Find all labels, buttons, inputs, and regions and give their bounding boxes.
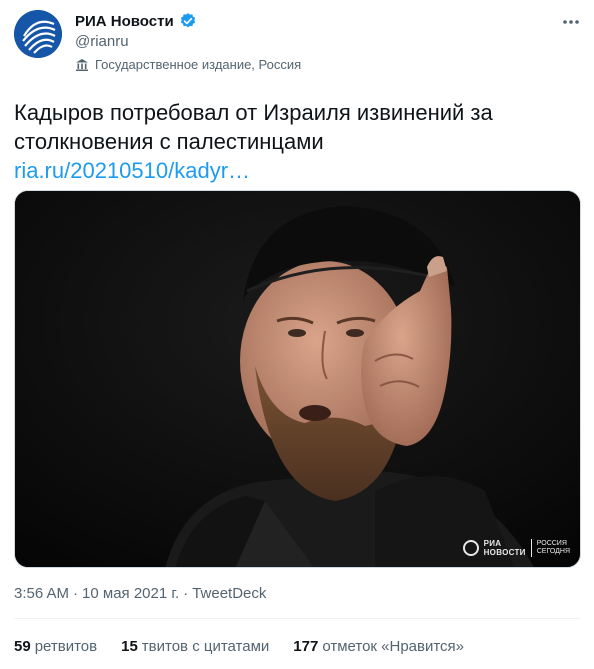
- photo-watermark: РИА НОВОСТИ РОССИЯ СЕГОДНЯ: [462, 539, 570, 557]
- watermark-brand-line2: НОВОСТИ: [483, 548, 526, 557]
- tweet-meta: 3:56 AM · 10 мая 2021 г. · TweetDeck: [14, 585, 266, 602]
- watermark-separator: [530, 539, 532, 557]
- tweet-text-line: столкновения с палестинцами: [14, 129, 324, 154]
- more-dots-icon: [563, 20, 579, 24]
- tweet-text: Кадыров потребовал от Израиля извинений …: [14, 98, 574, 185]
- tweet-time[interactable]: 3:56 AM: [14, 585, 69, 602]
- more-options-button[interactable]: [560, 11, 582, 33]
- tweet-link[interactable]: ria.ru/20210510/kadyr…: [14, 156, 574, 185]
- quotes-stat[interactable]: 15 твитов с цитатами: [121, 638, 269, 655]
- photo-image: [15, 191, 580, 567]
- account-name[interactable]: РИА Новости: [75, 13, 174, 30]
- flag-icon: [75, 58, 89, 72]
- likes-label: отметок «Нравится»: [322, 638, 465, 655]
- verified-badge-icon: [179, 12, 197, 30]
- likes-stat[interactable]: 177 отметок «Нравится»: [293, 638, 464, 655]
- state-media-label-text: Государственное издание, Россия: [95, 57, 302, 72]
- meta-separator: ·: [73, 585, 79, 602]
- tweet-stats: 59 ретвитов 15 твитов с цитатами 177 отмето…: [14, 638, 464, 655]
- ria-watermark-icon: [462, 540, 479, 556]
- watermark-brand-line1: РИА: [483, 539, 502, 548]
- tweet-text-line: Кадыров потребовал от Израиля извинений …: [14, 100, 493, 125]
- tweet-date[interactable]: 10 мая 2021 г.: [82, 585, 179, 602]
- state-media-label[interactable]: Государственное издание, Россия: [75, 57, 301, 72]
- watermark-sub-line1: РОССИЯ: [536, 540, 567, 547]
- likes-count: 177: [293, 638, 319, 655]
- account-name-row[interactable]: РИА Новости: [75, 12, 197, 30]
- watermark-sub-line2: СЕГОДНЯ: [536, 548, 570, 555]
- retweets-count: 59: [14, 638, 31, 655]
- divider: [14, 618, 580, 619]
- retweets-stat[interactable]: 59 ретвитов: [14, 638, 97, 655]
- quotes-count: 15: [121, 638, 138, 655]
- tweet-source[interactable]: TweetDeck: [192, 585, 266, 602]
- quotes-label: твитов с цитатами: [141, 638, 270, 655]
- watermark-brand: РИА НОВОСТИ: [484, 539, 526, 557]
- retweets-label: ретвитов: [34, 638, 98, 655]
- account-handle[interactable]: @rianru: [75, 33, 129, 50]
- ria-logo-icon: [14, 10, 62, 58]
- watermark-sub: РОССИЯ СЕГОДНЯ: [537, 540, 570, 556]
- meta-separator: ·: [183, 585, 189, 602]
- tweet-media-photo[interactable]: РИА НОВОСТИ РОССИЯ СЕГОДНЯ: [14, 190, 581, 568]
- account-avatar[interactable]: [14, 10, 62, 58]
